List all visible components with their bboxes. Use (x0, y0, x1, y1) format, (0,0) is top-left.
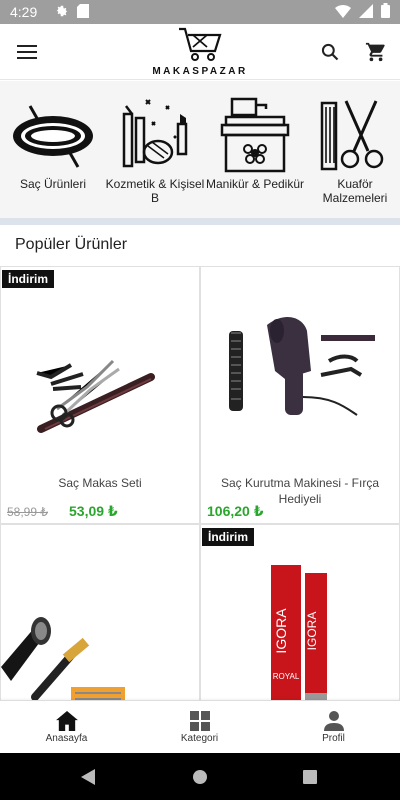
product-card[interactable] (1, 525, 199, 700)
app-logo[interactable]: MAKASPAZAR (140, 26, 260, 78)
category-hairdresser-supplies[interactable]: Kuaför Malzemeleri (305, 81, 400, 218)
category-label: Kuaför Malzemeleri (322, 177, 388, 205)
wifi-icon (335, 4, 351, 21)
product-grid: İndirim Saç Makas Seti 58,99 ₺ 53,09 ₺ S… (0, 266, 400, 700)
status-time: 4:29 (10, 4, 38, 20)
comb-scissors-icon (320, 100, 384, 171)
recents-square-icon (303, 770, 317, 784)
category-strip: Saç Ürünleri Kozmetik & Kişisel B Manikü… (0, 81, 400, 218)
product-card[interactable]: İndirim Saç Makas Seti 58,99 ₺ 53,09 ₺ (1, 267, 199, 523)
igora-brand-text: IGORA (273, 608, 289, 654)
product-price: 53,09 ₺ (69, 503, 118, 519)
signal-icon (359, 3, 373, 21)
igora-sub-text: ROYAL (273, 672, 300, 681)
discount-badge: İndirim (202, 528, 255, 546)
category-label: Manikür & Pedikür (205, 177, 305, 191)
product-card[interactable]: İndirim IGORA IGORA ROYAL (201, 525, 399, 700)
system-navigation-bar (0, 753, 400, 800)
menu-button[interactable] (12, 38, 42, 66)
person-icon (323, 711, 344, 731)
cart-button[interactable] (362, 38, 390, 66)
sd-card-icon (77, 3, 90, 21)
logo-text: MAKASPAZAR (152, 66, 248, 77)
battery-icon (381, 3, 390, 21)
logo-cart-icon (179, 27, 222, 61)
section-title: Popüler Ürünler (15, 236, 128, 253)
nav-label: Anasayfa (45, 733, 88, 744)
nav-label: Profil (322, 733, 345, 744)
nav-category[interactable]: Kategori (133, 701, 266, 754)
category-grid-icon (189, 711, 210, 731)
category-manicure[interactable]: Manikür & Pedikür (205, 81, 305, 218)
status-bar: 4:29 (0, 0, 400, 24)
nav-profile[interactable]: Profil (267, 701, 400, 754)
recents-button[interactable] (300, 767, 320, 787)
product-image-razor (1, 617, 125, 700)
hair-tie-icon (13, 105, 93, 168)
search-icon (321, 43, 339, 61)
home-system-button[interactable] (190, 767, 210, 787)
product-image-hair-dryer (229, 317, 375, 416)
bottom-navigation: Anasayfa Kategori Profil (0, 700, 400, 753)
category-label: Saç Ürünleri (19, 177, 87, 191)
back-triangle-icon (81, 769, 95, 785)
search-button[interactable] (316, 38, 344, 66)
category-hair-products[interactable]: Saç Ürünleri (3, 81, 103, 218)
category-cosmetics[interactable]: Kozmetik & Kişisel B (105, 81, 205, 218)
menu-icon (17, 45, 37, 59)
home-circle-icon (193, 770, 207, 784)
discount-badge: İndirim (2, 270, 55, 288)
back-button[interactable] (78, 767, 98, 787)
app-bar: MAKASPAZAR (0, 24, 400, 80)
cart-icon (365, 42, 385, 62)
old-price: 58,99 ₺ (7, 505, 48, 519)
product-image-scissors-set (36, 359, 155, 433)
home-icon (55, 711, 78, 731)
product-price: 106,20 ₺ (207, 503, 264, 519)
category-label: Kozmetik & Kişisel B (105, 177, 205, 205)
nav-label: Kategori (180, 733, 219, 744)
product-image-hair-dye: IGORA IGORA ROYAL (271, 565, 327, 700)
igora-brand-text-side: IGORA (305, 612, 319, 651)
product-card[interactable]: Saç Kurutma Makinesi - Fırça Hediyeli 10… (201, 267, 399, 523)
nav-home[interactable]: Anasayfa (0, 701, 133, 754)
section-divider (0, 218, 400, 225)
product-name: Saç Makas Seti (58, 476, 142, 490)
manicure-icon (220, 97, 290, 173)
gear-icon (55, 4, 69, 21)
cosmetics-icon (122, 99, 188, 168)
